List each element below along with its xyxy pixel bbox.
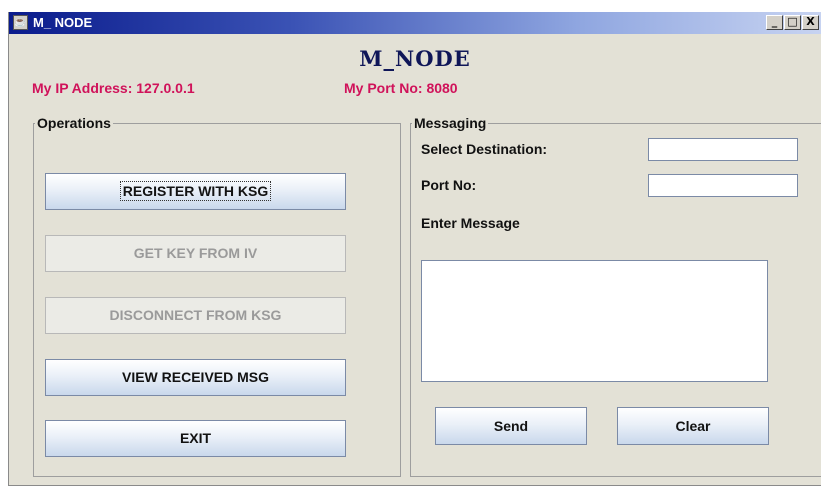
destination-input[interactable] bbox=[648, 138, 798, 161]
exit-button-label: EXIT bbox=[179, 430, 212, 446]
ip-address-label: My IP Address: 127.0.0.1 bbox=[32, 80, 195, 96]
maximize-button[interactable]: □ bbox=[784, 15, 801, 30]
title-bar[interactable]: ☕ M_ NODE _ □ X bbox=[9, 12, 821, 34]
register-button-label: REGISTER WITH KSG bbox=[119, 181, 272, 201]
disconnect-from-ksg-button: DISCONNECT FROM KSG bbox=[45, 297, 346, 334]
app-heading: M_NODE bbox=[359, 46, 471, 71]
get-key-from-iv-button: GET KEY FROM IV bbox=[45, 235, 346, 272]
operations-panel: Operations REGISTER WITH KSG GET KEY FRO… bbox=[33, 115, 401, 477]
java-cup-icon: ☕ bbox=[13, 15, 28, 30]
close-button[interactable]: X bbox=[802, 15, 819, 30]
view-received-button-label: VIEW RECEIVED MSG bbox=[121, 369, 270, 385]
enter-message-label: Enter Message bbox=[421, 215, 520, 231]
message-textarea[interactable] bbox=[421, 260, 768, 382]
send-button[interactable]: Send bbox=[435, 407, 587, 445]
port-no-label: Port No: bbox=[421, 177, 477, 193]
clear-button[interactable]: Clear bbox=[617, 407, 769, 445]
port-input[interactable] bbox=[648, 174, 798, 197]
app-window: ☕ M_ NODE _ □ X M_NODE My IP Address: 12… bbox=[8, 12, 821, 486]
messaging-panel: Messaging Select Destination: Port No: E… bbox=[410, 115, 821, 477]
disconnect-button-label: DISCONNECT FROM KSG bbox=[109, 307, 282, 323]
messaging-title: Messaging bbox=[412, 115, 489, 131]
port-number-label: My Port No: 8080 bbox=[344, 80, 458, 96]
select-destination-label: Select Destination: bbox=[421, 141, 548, 157]
get-key-button-label: GET KEY FROM IV bbox=[133, 245, 258, 261]
minimize-button[interactable]: _ bbox=[766, 15, 783, 30]
register-with-ksg-button[interactable]: REGISTER WITH KSG bbox=[45, 173, 346, 210]
exit-button[interactable]: EXIT bbox=[45, 420, 346, 457]
operations-title: Operations bbox=[35, 115, 113, 131]
view-received-msg-button[interactable]: VIEW RECEIVED MSG bbox=[45, 359, 346, 396]
window-title: M_ NODE bbox=[33, 15, 93, 30]
